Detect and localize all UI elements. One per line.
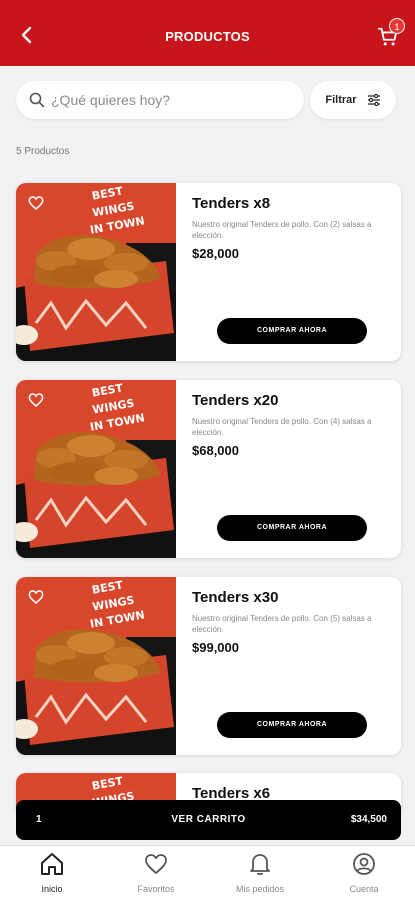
product-card[interactable]: BEST WINGS IN TOWN Tenders x8 Nuestro or… (16, 183, 401, 361)
product-name: Tenders x8 (192, 195, 271, 212)
bottom-navigation: Inicio Favoritos Mis pedidos Cuenta (0, 845, 415, 900)
sliders-icon (367, 94, 380, 106)
nav-label: Inicio (41, 884, 63, 894)
search-icon (29, 92, 45, 108)
nav-item-inicio[interactable]: Inicio (7, 852, 97, 894)
nav-item-cuenta[interactable]: Cuenta (319, 852, 409, 894)
product-price: $68,000 (192, 443, 239, 458)
nav-label: Cuenta (349, 884, 379, 894)
product-name: Tenders x20 (192, 392, 279, 409)
products-count: 5 Productos (16, 146, 70, 157)
product-description: Nuestro original Tenders de pollo. Con (… (192, 220, 372, 240)
heart-icon (145, 854, 167, 875)
buy-now-button[interactable]: COMPRAR AHORA (217, 318, 367, 344)
favorite-heart-icon[interactable] (28, 589, 44, 605)
product-card[interactable]: BEST WINGS IN TOWN Tenders x20 Nuestro o… (16, 380, 401, 558)
product-price: $28,000 (192, 246, 239, 261)
bell-icon (250, 854, 270, 876)
cart-count-badge: 1 (389, 18, 405, 34)
nav-item-favoritos[interactable]: Favoritos (111, 852, 201, 894)
search-input[interactable] (51, 92, 271, 108)
filter-label: Filtrar (325, 94, 357, 106)
nav-label: Mis pedidos (235, 884, 285, 894)
filter-button[interactable]: Filtrar (310, 81, 396, 119)
product-price: $99,000 (192, 640, 239, 655)
search-bar[interactable] (16, 81, 304, 119)
home-icon (41, 853, 63, 875)
page-title: PRODUCTOS (165, 29, 250, 44)
view-cart-label: VER CARRITO (171, 814, 246, 825)
user-icon (353, 853, 375, 875)
product-description: Nuestro original Tenders de pollo. Con (… (192, 614, 372, 634)
favorite-heart-icon[interactable] (28, 392, 44, 408)
nav-item-mis-pedidos[interactable]: Mis pedidos (215, 852, 305, 894)
product-description: Nuestro original Tenders de pollo. Con (… (192, 417, 372, 437)
nav-label: Favoritos (137, 884, 175, 894)
product-card[interactable]: BEST WINGS IN TOWN Tenders x30 Nuestro o… (16, 577, 401, 755)
app-header: PRODUCTOS 1 (0, 0, 415, 66)
buy-now-button[interactable]: COMPRAR AHORA (217, 515, 367, 541)
favorite-heart-icon[interactable] (28, 195, 44, 211)
view-cart-bar[interactable]: 1 VER CARRITO $34,500 (16, 800, 401, 840)
cart-total: $34,500 (350, 814, 387, 825)
buy-now-button[interactable]: COMPRAR AHORA (217, 712, 367, 738)
product-name: Tenders x30 (192, 589, 279, 606)
